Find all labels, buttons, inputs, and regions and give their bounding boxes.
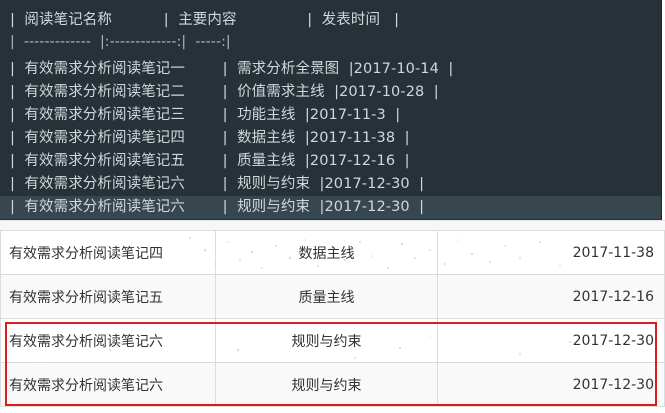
table-cell-content: 数据主线 (215, 230, 438, 275)
notes-table: 有效需求分析阅读笔记四 数据主线 2017-11-38 有效需求分析阅读笔记五 … (0, 230, 665, 407)
table-cell-content: 质量主线 (215, 274, 438, 319)
markdown-editor[interactable]: | 阅读笔记名称 | 主要内容 | 发表时间 | | -------------… (0, 0, 662, 220)
editor-line-5[interactable]: | 有效需求分析阅读笔记五 | 质量主线 |2017-12-16 | (0, 150, 661, 173)
editor-line-7-active[interactable]: | 有效需求分析阅读笔记六 | 规则与约束 |2017-12-30 | (0, 196, 661, 219)
table-row: 有效需求分析阅读笔记五 质量主线 2017-12-16 (0, 274, 665, 319)
table-cell-date: 2017-12-30 (437, 362, 665, 407)
table-cell-content: 规则与约束 (215, 362, 438, 407)
table-row: 有效需求分析阅读笔记六 规则与约束 2017-12-30 (0, 318, 665, 363)
table-row: 有效需求分析阅读笔记四 数据主线 2017-11-38 (0, 230, 665, 275)
table-row: 有效需求分析阅读笔记六 规则与约束 2017-12-30 (0, 362, 665, 407)
table-cell-date: 2017-12-16 (437, 274, 665, 319)
editor-line-1[interactable]: | 有效需求分析阅读笔记一 | 需求分析全景图 |2017-10-14 | (0, 58, 661, 81)
editor-line-4[interactable]: | 有效需求分析阅读笔记四 | 数据主线 |2017-11-38 | (0, 127, 661, 150)
table-cell-name: 有效需求分析阅读笔记六 (0, 362, 216, 407)
editor-line-3[interactable]: | 有效需求分析阅读笔记三 | 功能主线 |2017-11-3 | (0, 104, 661, 127)
editor-separator-line[interactable]: | ------------- |:-------------:| -----:… (0, 32, 661, 58)
table-cell-content: 规则与约束 (215, 318, 438, 363)
rendered-preview: 有效需求分析阅读笔记四 数据主线 2017-11-38 有效需求分析阅读笔记五 … (0, 230, 665, 413)
editor-line-2[interactable]: | 有效需求分析阅读笔记二 | 价值需求主线 |2017-10-28 | (0, 81, 661, 104)
table-cell-date: 2017-11-38 (437, 230, 665, 275)
table-cell-name: 有效需求分析阅读笔记五 (0, 274, 216, 319)
table-cell-name: 有效需求分析阅读笔记四 (0, 230, 216, 275)
table-cell-date: 2017-12-30 (437, 318, 665, 363)
table-cell-name: 有效需求分析阅读笔记六 (0, 318, 216, 363)
editor-line-6[interactable]: | 有效需求分析阅读笔记六 | 规则与约束 |2017-12-30 | (0, 173, 661, 196)
editor-header-line[interactable]: | 阅读笔记名称 | 主要内容 | 发表时间 | (0, 9, 661, 32)
screenshot-root: | 阅读笔记名称 | 主要内容 | 发表时间 | | -------------… (0, 0, 665, 413)
